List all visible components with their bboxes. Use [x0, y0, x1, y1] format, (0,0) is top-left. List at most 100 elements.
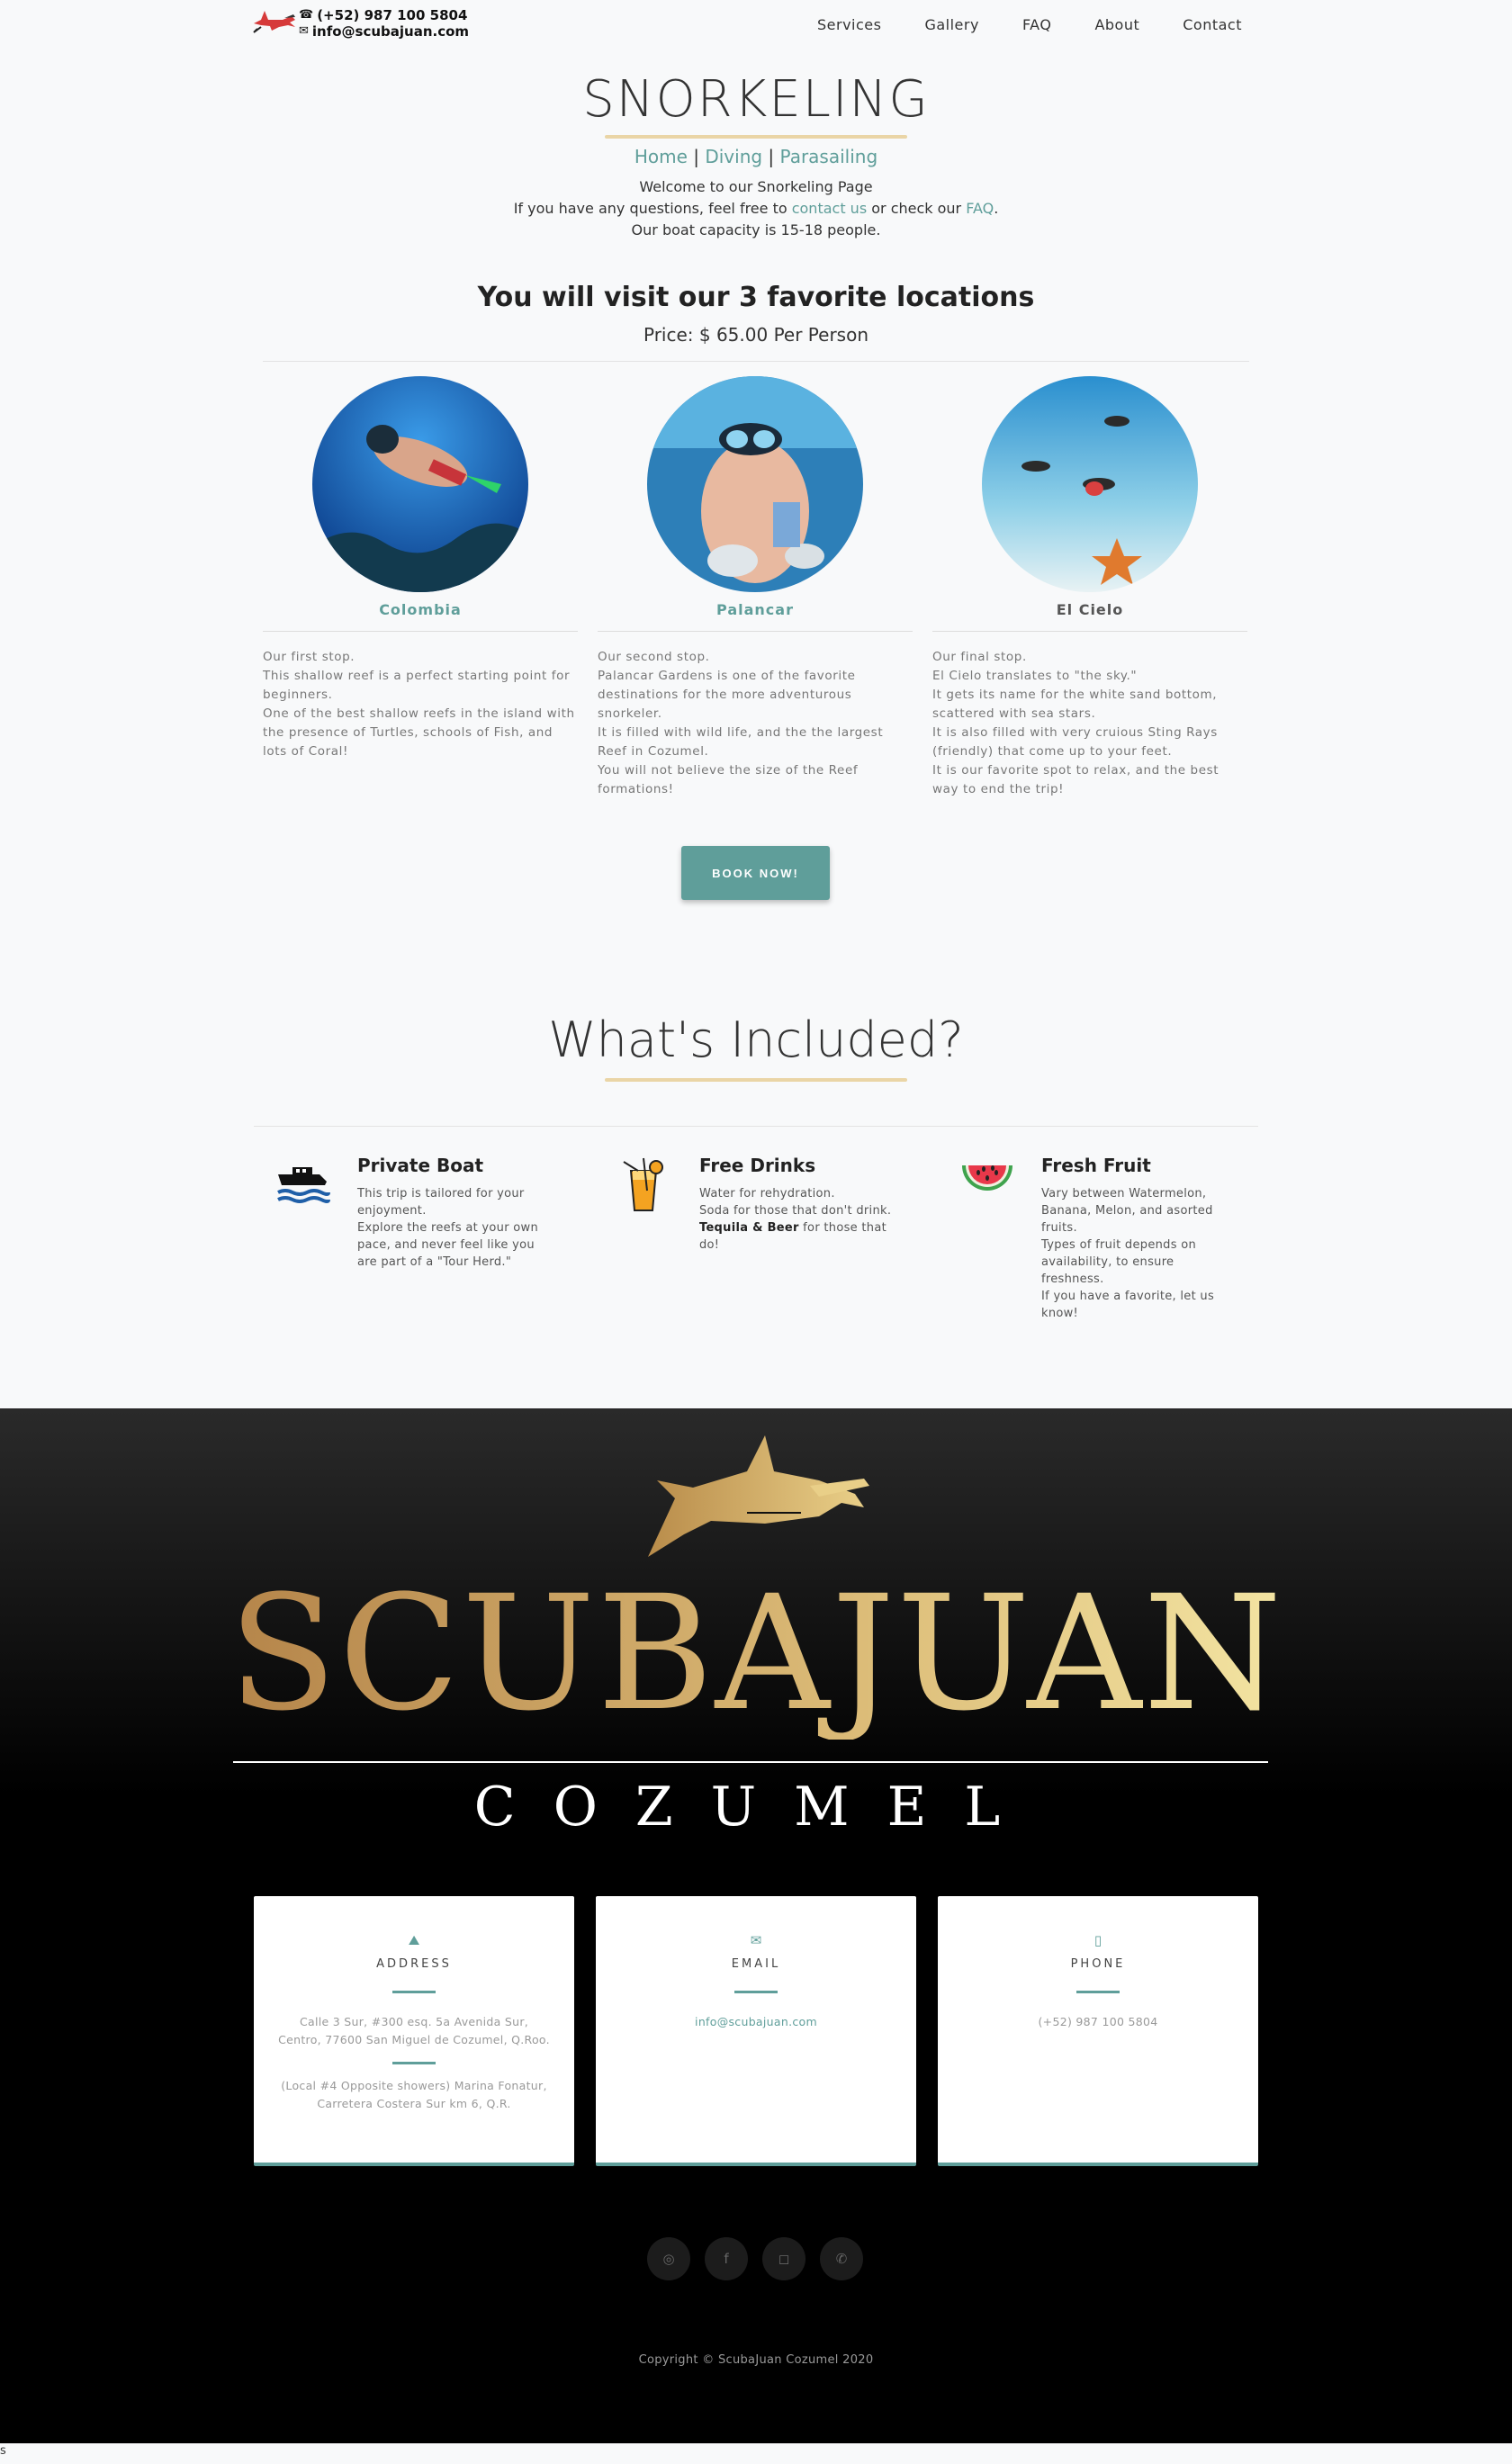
- address-card: ⛰ ADDRESS Calle 3 Sur, #300 esq. 5a Aven…: [254, 1896, 574, 2166]
- footer-email-link[interactable]: info@scubajuan.com: [695, 2015, 817, 2028]
- card-label: EMAIL: [731, 1957, 781, 1971]
- location-divider: [598, 631, 913, 632]
- locations-heading: You will visit our 3 favorite locations: [477, 282, 1035, 313]
- location-card-el-cielo: El Cielo Our final stop. El Cielo transl…: [932, 376, 1247, 799]
- card-rule: [392, 2062, 436, 2064]
- description-line: It is our favorite spot to relax, and th…: [932, 763, 1220, 796]
- included-underline: [605, 1078, 907, 1082]
- header-phone: (+52) 987 100 5804: [317, 7, 468, 23]
- el-cielo-photo: [982, 376, 1198, 592]
- main-nav: Services Gallery FAQ About Contact: [774, 16, 1242, 33]
- description-line: This shallow reef is a perfect starting …: [263, 669, 571, 702]
- feature-line: Types of fruit depends on availability, …: [1041, 1238, 1197, 1286]
- nav-gallery[interactable]: Gallery: [924, 16, 978, 33]
- feature-text: Vary between Watermelon, Banana, Melon, …: [1041, 1185, 1239, 1322]
- shark-logo-icon: [253, 11, 295, 33]
- price-text: Price: $ 65.00 Per Person: [643, 324, 869, 346]
- copyright: Copyright © ScubaJuan Cozumel 2020: [638, 2353, 874, 2367]
- feature-line: This trip is tailored for your enjoyment…: [357, 1187, 525, 1218]
- divider: [254, 1126, 1258, 1127]
- nav-services[interactable]: Services: [817, 16, 881, 33]
- description-line: You will not believe the size of the Ree…: [598, 763, 859, 796]
- drink-icon: [623, 1157, 663, 1211]
- feature-title: Fresh Fruit: [1041, 1155, 1151, 1176]
- mobile-phone-icon: ▯: [1094, 1932, 1102, 1948]
- email-card: ✉ EMAIL info@scubajuan.com: [596, 1896, 916, 2166]
- footer-logo: SCUBAJUAN COZUMEL: [230, 1426, 1282, 1876]
- feature-text: Water for rehydration. Soda for those th…: [699, 1185, 897, 1254]
- card-label: ADDRESS: [376, 1957, 452, 1971]
- included-heading: What's Included?: [548, 1012, 964, 1068]
- location-card-palancar: Palancar Our second stop. Palancar Garde…: [598, 376, 913, 799]
- location-name: Colombia: [379, 601, 462, 618]
- crumb-diving[interactable]: Diving: [705, 146, 762, 167]
- nav-contact[interactable]: Contact: [1183, 16, 1242, 33]
- watermelon-icon: [962, 1165, 1012, 1191]
- colombia-photo: [312, 376, 528, 592]
- scubajuan-wordmark: SCUBAJUAN: [230, 1561, 1282, 1740]
- brand-link[interactable]: ☎ (+52) 987 100 5804 ✉ info@scubajuan.com: [252, 7, 469, 40]
- description-line: Our first stop.: [263, 650, 356, 664]
- feature-line: Explore the reefs at your own pace, and …: [357, 1221, 539, 1269]
- location-card-colombia: Colombia Our first stop. This shallow re…: [263, 376, 578, 761]
- description-line: Palancar Gardens is one of the favorite …: [598, 669, 856, 721]
- phone-icon: ☎: [299, 8, 314, 22]
- questions-prefix: If you have any questions, feel free to: [513, 200, 792, 217]
- nav-about[interactable]: About: [1094, 16, 1139, 33]
- description-line: It gets its name for the white sand bott…: [932, 688, 1218, 721]
- palancar-photo: [647, 376, 863, 592]
- logo-wordmark-text: SCUBAJUAN: [230, 1561, 1282, 1740]
- location-description: Our second stop. Palancar Gardens is one…: [598, 648, 913, 799]
- card-rule: [392, 1991, 436, 1993]
- feature-line: Soda for those that don't drink.: [699, 1204, 892, 1218]
- location-divider: [932, 631, 1247, 632]
- nav-faq[interactable]: FAQ: [1022, 16, 1052, 33]
- breadcrumb: Home | Diving | Parasailing: [634, 146, 878, 167]
- location-description: Our final stop. El Cielo translates to "…: [932, 648, 1247, 799]
- feature-line: Water for rehydration.: [699, 1187, 835, 1201]
- capacity-text: Our boat capacity is 15-18 people.: [631, 221, 881, 238]
- crumb-parasailing[interactable]: Parasailing: [780, 146, 878, 167]
- questions-mid: or check our: [867, 200, 967, 217]
- header-email: info@scubajuan.com: [311, 23, 470, 40]
- questions-suffix: .: [994, 200, 999, 217]
- address-line-2: (Local #4 Opposite showers) Marina Fonat…: [281, 2079, 547, 2110]
- feature-title: Free Drinks: [699, 1155, 816, 1176]
- contact-us-link[interactable]: contact us: [792, 200, 867, 217]
- card-label: PHONE: [1070, 1957, 1126, 1971]
- location-description: Our first stop. This shallow reef is a p…: [263, 648, 578, 761]
- envelope-icon: ✉: [299, 24, 309, 38]
- feature-text: This trip is tailored for your enjoyment…: [357, 1185, 555, 1271]
- page-title: SNORKELING: [582, 70, 930, 129]
- faq-link[interactable]: FAQ: [966, 200, 994, 217]
- card-rule: [734, 1991, 778, 1993]
- feature-bold: Tequila & Beer: [699, 1221, 799, 1235]
- phone-card: ▯ PHONE (+52) 987 100 5804: [938, 1896, 1258, 2166]
- whatsapp-icon[interactable]: ✆: [820, 2237, 863, 2280]
- location-divider: [263, 631, 578, 632]
- tripadvisor-icon[interactable]: ◎: [647, 2237, 690, 2280]
- envelope-icon: ✉: [750, 1932, 762, 1948]
- hero-intro: Welcome to our Snorkeling Page If you ha…: [0, 176, 1512, 241]
- instagram-icon[interactable]: ◻: [762, 2237, 806, 2280]
- book-now-button[interactable]: BOOK NOW!: [681, 846, 830, 900]
- description-line: It is also filled with very cruious Stin…: [932, 725, 1218, 759]
- feature-line: Tequila & Beer for those that do!: [699, 1219, 897, 1254]
- title-underline: [605, 135, 907, 139]
- map-icon: ⛰: [408, 1932, 420, 1948]
- location-name: Palancar: [716, 601, 794, 618]
- feature-line: Vary between Watermelon, Banana, Melon, …: [1041, 1187, 1213, 1235]
- description-line: One of the best shallow reefs in the isl…: [263, 706, 575, 759]
- description-line: It is filled with wild life, and the the…: [598, 725, 884, 759]
- crumb-home[interactable]: Home: [634, 146, 688, 167]
- location-name: El Cielo: [1056, 601, 1124, 618]
- divider: [263, 361, 1249, 362]
- questions-text: If you have any questions, feel free to …: [0, 198, 1512, 220]
- feature-line: If you have a favorite, let us know!: [1041, 1290, 1215, 1320]
- description-line: El Cielo translates to "the sky.": [932, 669, 1138, 683]
- address-line-1: Calle 3 Sur, #300 esq. 5a Avenida Sur, C…: [278, 2015, 550, 2046]
- facebook-icon[interactable]: f: [705, 2237, 748, 2280]
- boat-icon: [277, 1167, 330, 1203]
- welcome-text: Welcome to our Snorkeling Page: [639, 178, 873, 195]
- description-line: Our second stop.: [598, 650, 710, 664]
